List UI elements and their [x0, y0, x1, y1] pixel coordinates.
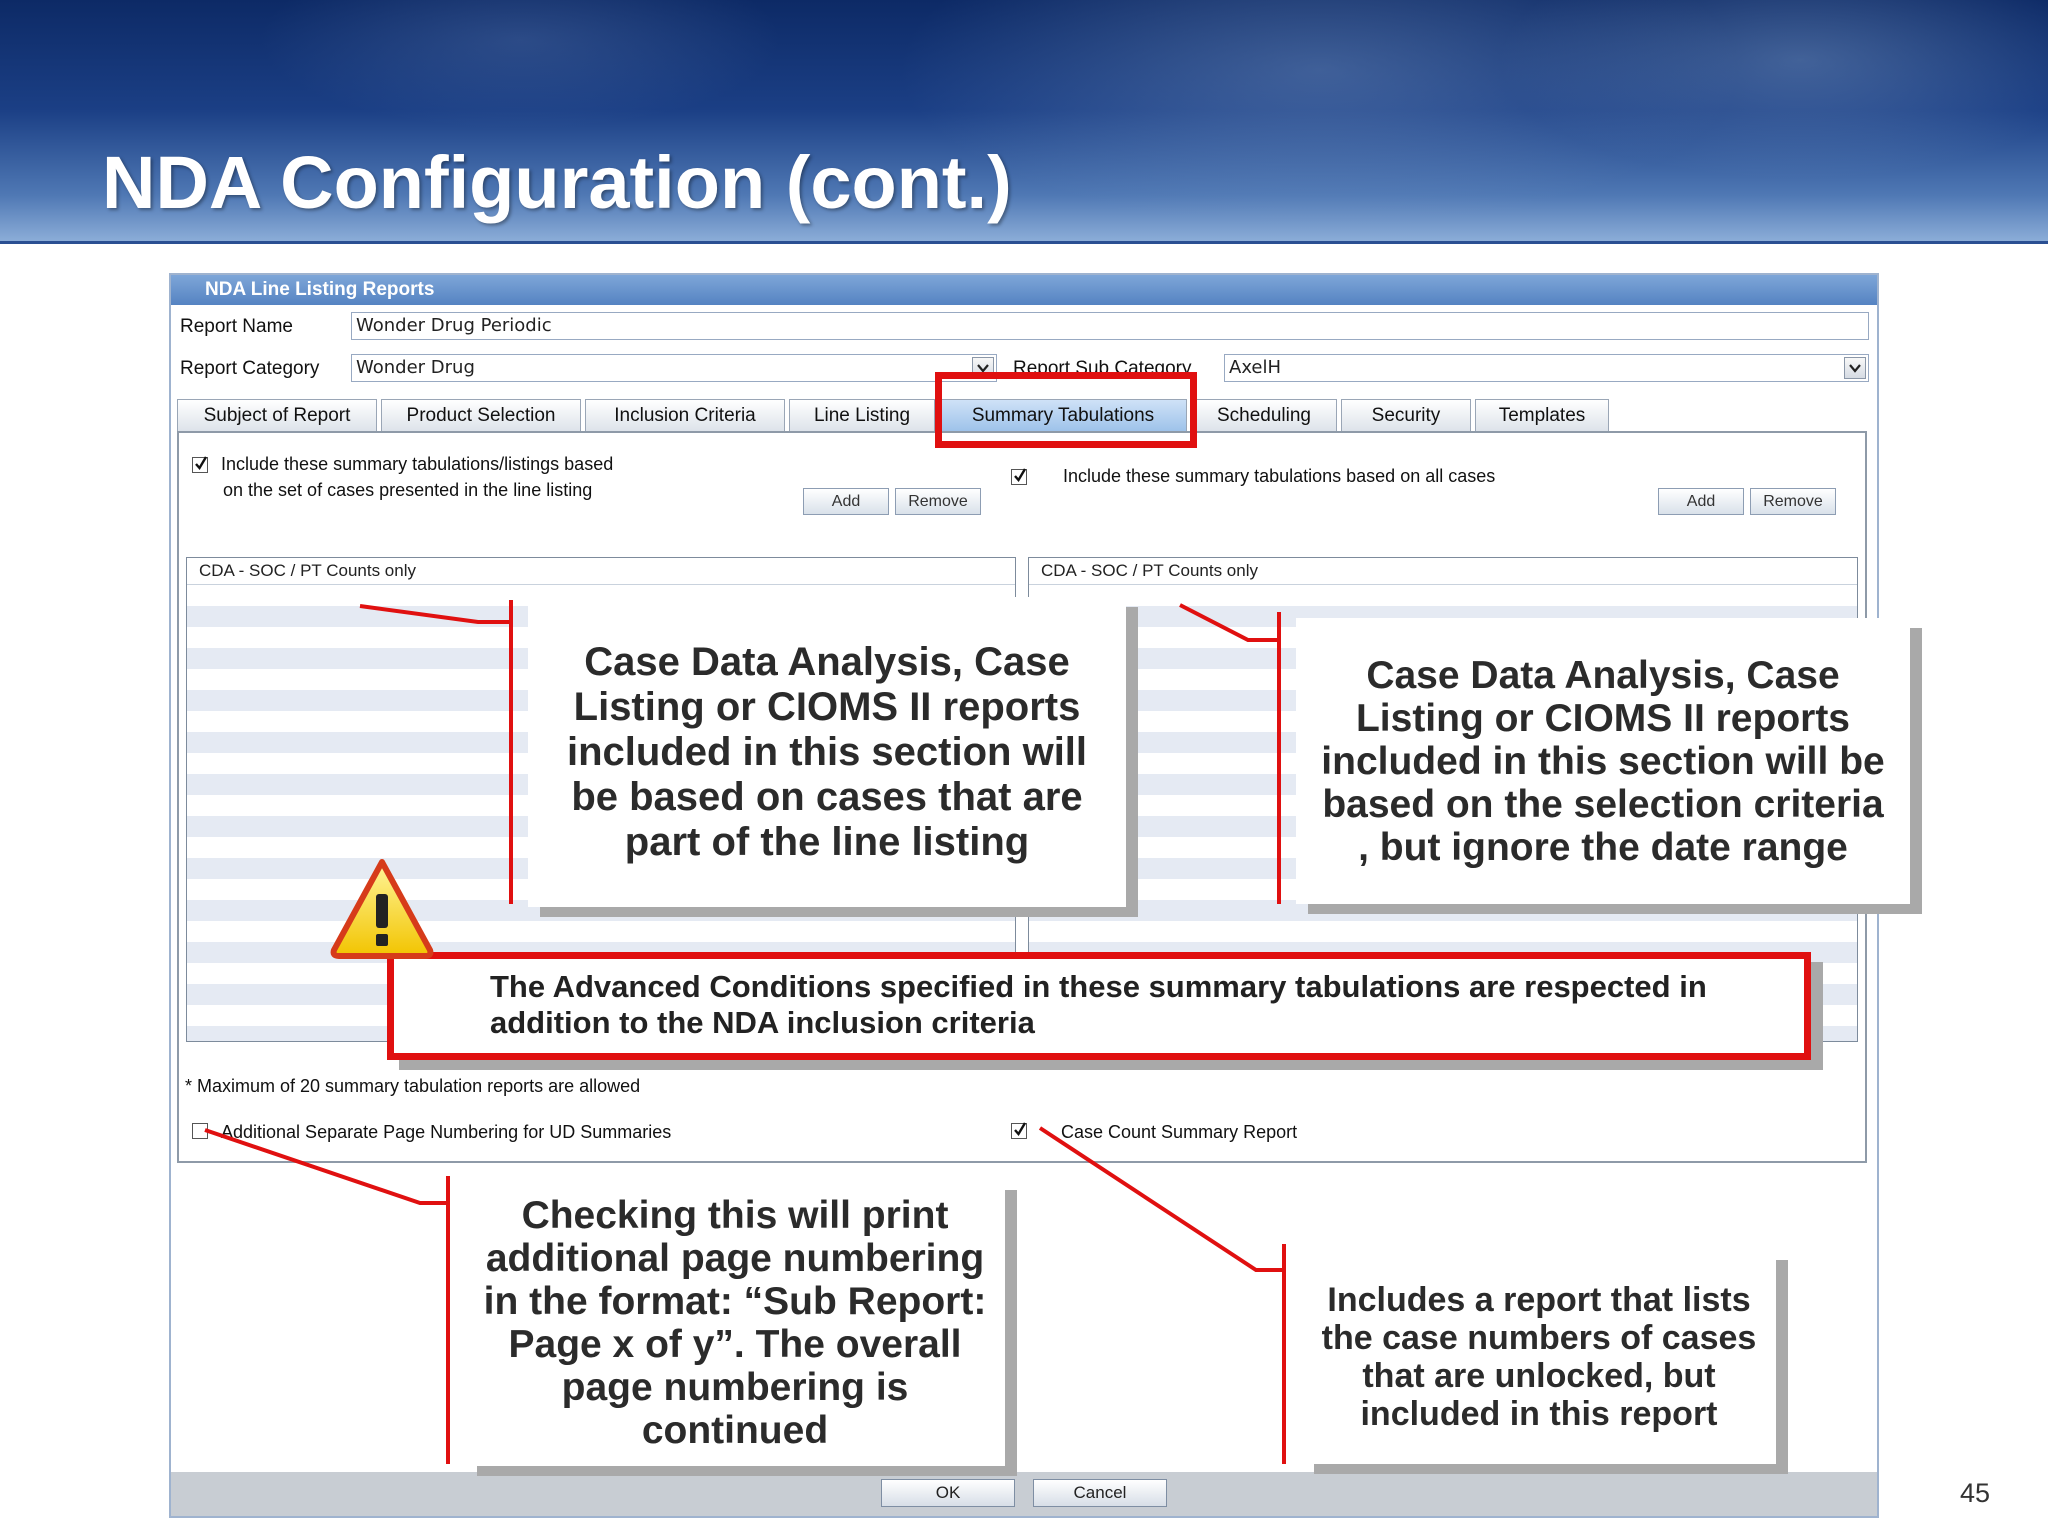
callout-page-numbering: Checking this will print additional page… — [465, 1180, 1005, 1466]
callout-case-count-report: Includes a report that lists the case nu… — [1302, 1250, 1776, 1464]
callout-all-cases-text: Case Data Analysis, Case Listing or CIOM… — [1321, 653, 1885, 869]
advanced-conditions-note-line1: The Advanced Conditions specified in the… — [490, 969, 1707, 1004]
page-number: 45 — [1960, 1478, 1991, 1508]
callout-bracket — [509, 600, 513, 904]
callout-case-count-report-text: Includes a report that lists the case nu… — [1321, 1281, 1757, 1433]
callout-all-cases: Case Data Analysis, Case Listing or CIOM… — [1296, 618, 1910, 904]
callout-bracket — [1277, 612, 1281, 904]
callout-line-listing-cases-text: Case Data Analysis, Case Listing or CIOM… — [566, 639, 1088, 864]
advanced-conditions-note: The Advanced Conditions specified in the… — [387, 952, 1811, 1060]
callout-line-listing-cases: Case Data Analysis, Case Listing or CIOM… — [528, 597, 1126, 907]
warning-icon — [328, 856, 436, 960]
callout-bracket — [1282, 1244, 1286, 1464]
callout-page-numbering-text: Checking this will print additional page… — [483, 1194, 987, 1452]
callout-bracket — [446, 1176, 450, 1464]
advanced-conditions-note-line2: addition to the NDA inclusion criteria — [490, 1005, 1035, 1040]
